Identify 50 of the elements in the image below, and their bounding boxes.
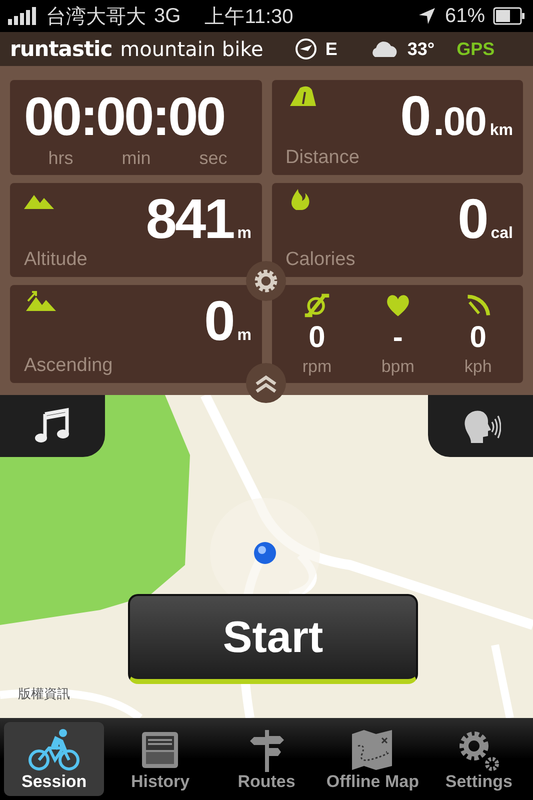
tab[interactable]: Settings bbox=[428, 722, 530, 796]
calories-value: 0 bbox=[458, 190, 487, 246]
cloud-icon bbox=[371, 40, 400, 58]
sensor-unit: rpm bbox=[302, 357, 332, 377]
mountain-arrow-icon bbox=[24, 289, 58, 313]
cyclist-icon bbox=[27, 728, 82, 772]
sensor-value: 0 bbox=[470, 321, 486, 355]
copyright-link[interactable]: 版權資訊 bbox=[18, 685, 70, 703]
brand-name: runtastic bbox=[10, 37, 112, 61]
tab[interactable]: History bbox=[110, 722, 210, 796]
sensor-unit: kph bbox=[464, 357, 492, 377]
voice-coach-button[interactable] bbox=[428, 395, 533, 457]
temperature: 33° bbox=[407, 38, 435, 60]
distance-value: 0 bbox=[400, 88, 430, 144]
network-type: 3G bbox=[154, 4, 181, 28]
crank-icon bbox=[302, 291, 331, 319]
calories-label: Calories bbox=[286, 249, 356, 271]
time-unit: sec bbox=[199, 148, 228, 168]
start-button[interactable]: Start bbox=[128, 594, 418, 684]
time-unit: min bbox=[122, 148, 151, 168]
music-button[interactable] bbox=[0, 395, 105, 457]
gps-indicator: GPS bbox=[456, 38, 495, 60]
compass-icon bbox=[295, 38, 318, 60]
tab[interactable]: Session bbox=[4, 722, 104, 796]
mountain-icon bbox=[24, 194, 54, 208]
altitude-value: 841 bbox=[146, 190, 234, 246]
timer-value: 00:00:00 bbox=[24, 90, 226, 144]
location-arrow-icon bbox=[416, 6, 437, 26]
ascending-label: Ascending bbox=[24, 355, 114, 377]
ascending-unit: m bbox=[237, 327, 252, 345]
ascending-value: 0 bbox=[204, 293, 234, 349]
distance-label: Distance bbox=[286, 146, 360, 168]
time-unit: hrs bbox=[48, 148, 74, 168]
distance-unit: km bbox=[490, 122, 513, 140]
heading: E bbox=[325, 38, 338, 60]
sensor-value: - bbox=[392, 321, 403, 355]
product-name: mountain bike bbox=[120, 37, 264, 61]
altitude-unit: m bbox=[237, 224, 252, 242]
carrier-name: 台湾大哥大 bbox=[46, 4, 146, 30]
clock: 上午11:30 bbox=[204, 4, 294, 30]
distance-decimals: .00 bbox=[433, 102, 486, 142]
signal-icon bbox=[8, 7, 38, 25]
sensor-value: 0 bbox=[308, 321, 326, 355]
tab[interactable]: Routes bbox=[216, 722, 317, 796]
battery-percent: 61% bbox=[444, 4, 485, 28]
calories-unit: cal bbox=[490, 224, 513, 242]
tab[interactable]: Offline Map bbox=[322, 722, 423, 796]
battery-icon bbox=[493, 7, 525, 25]
altitude-label: Altitude bbox=[24, 249, 88, 271]
sensor-unit: bpm bbox=[381, 357, 414, 377]
